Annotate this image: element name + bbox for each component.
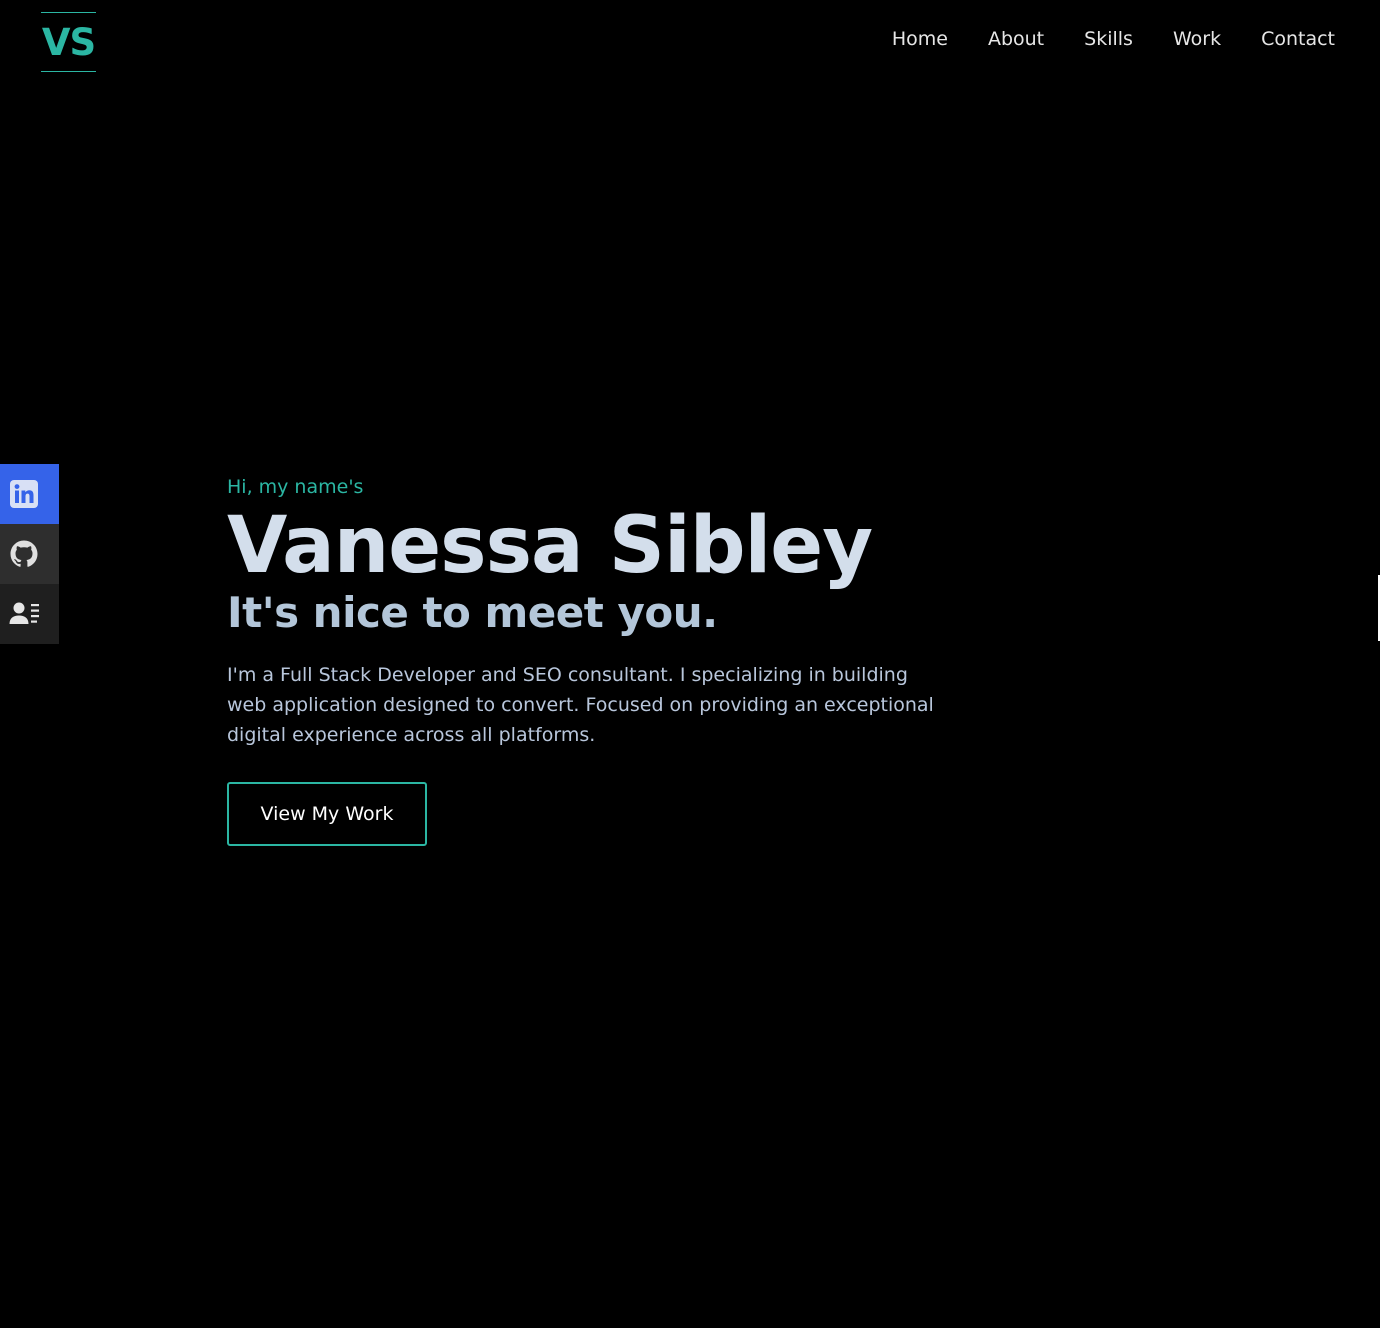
nav-item-about: About (988, 24, 1044, 54)
social-sidebar (0, 464, 59, 644)
page: VS Home About Skills Work Contact Hi, my… (0, 0, 1380, 1328)
resume-link[interactable] (0, 584, 59, 644)
linkedin-link[interactable] (0, 464, 59, 524)
logo-link[interactable]: VS (41, 12, 96, 72)
nav-link-contact[interactable]: Contact (1261, 28, 1335, 50)
site-header: VS Home About Skills Work Contact (0, 0, 1380, 80)
nav-item-home: Home (892, 24, 948, 54)
view-my-work-button[interactable]: View My Work (227, 782, 427, 846)
nav-item-contact: Contact (1261, 24, 1335, 54)
hero-name: Vanessa Sibley (227, 501, 873, 591)
linkedin-icon (10, 480, 38, 508)
github-icon (10, 540, 38, 567)
hero-bio: I'm a Full Stack Developer and SEO consu… (227, 664, 934, 746)
nav-link-home[interactable]: Home (892, 28, 948, 50)
greeting-text: Hi, my name's (227, 476, 364, 498)
resume-icon (9, 602, 39, 624)
nav-link-about[interactable]: About (988, 28, 1044, 50)
nav-item-skills: Skills (1084, 24, 1133, 54)
nav-link-skills[interactable]: Skills (1084, 28, 1133, 50)
main-nav: Home About Skills Work Contact (892, 24, 1335, 54)
hero-section: Hi, my name's Vanessa Sibley It's nice t… (227, 470, 947, 846)
nav-link-work[interactable]: Work (1173, 28, 1221, 50)
hero-tagline: It's nice to meet you. (227, 588, 718, 637)
github-link[interactable] (0, 524, 59, 584)
nav-item-work: Work (1173, 24, 1221, 54)
